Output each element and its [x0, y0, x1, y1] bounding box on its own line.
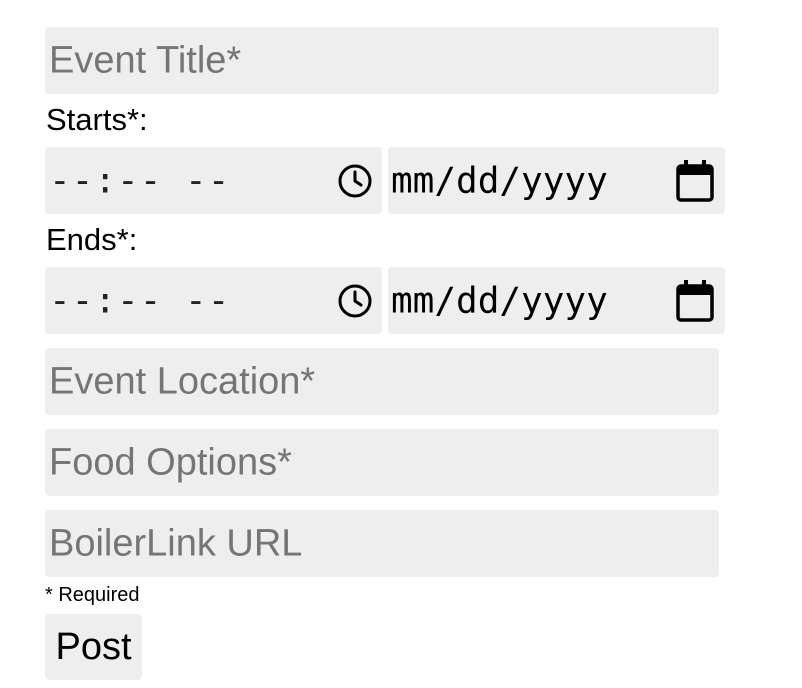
clock-icon[interactable] [337, 163, 373, 199]
event-location-placeholder: Event Location* [49, 360, 316, 402]
calendar-icon[interactable] [675, 279, 715, 323]
calendar-icon[interactable] [675, 159, 715, 203]
starts-time-placeholder: --:-- -- [49, 160, 231, 201]
ends-time-placeholder: --:-- -- [49, 280, 231, 321]
ends-time-input[interactable]: --:-- -- [45, 267, 382, 334]
food-options-input[interactable]: Food Options* [45, 429, 719, 496]
starts-label: Starts*: [46, 102, 148, 137]
starts-date-input[interactable]: mm/dd/yyyy [388, 147, 725, 214]
post-button[interactable]: Post [45, 614, 142, 680]
boilerlink-url-input[interactable]: BoilerLink URL [45, 510, 719, 577]
starts-date-placeholder: mm/dd/yyyy [391, 160, 608, 201]
starts-time-input[interactable]: --:-- -- [45, 147, 382, 214]
event-location-input[interactable]: Event Location* [45, 348, 719, 415]
food-options-placeholder: Food Options* [49, 441, 292, 483]
event-title-placeholder: Event Title* [49, 39, 242, 81]
boilerlink-url-placeholder: BoilerLink URL [49, 522, 303, 564]
ends-label: Ends*: [46, 222, 138, 257]
required-note: * Required [45, 584, 140, 606]
ends-date-placeholder: mm/dd/yyyy [391, 280, 608, 321]
clock-icon[interactable] [337, 283, 373, 319]
ends-date-input[interactable]: mm/dd/yyyy [388, 267, 725, 334]
event-title-input[interactable]: Event Title* [45, 27, 719, 94]
